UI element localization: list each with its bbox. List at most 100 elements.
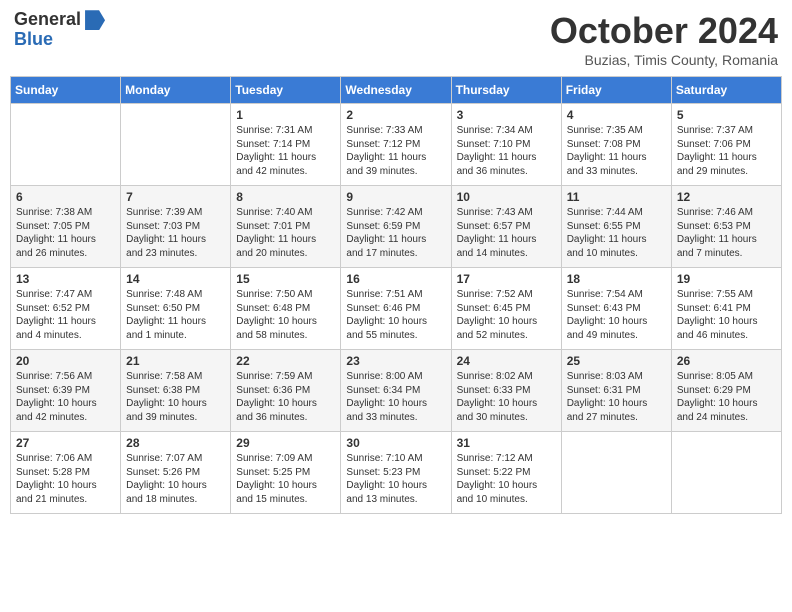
location-subtitle: Buzias, Timis County, Romania xyxy=(550,52,778,68)
day-info: Sunrise: 7:10 AM Sunset: 5:23 PM Dayligh… xyxy=(346,452,445,506)
day-info: Sunrise: 7:42 AM Sunset: 6:59 PM Dayligh… xyxy=(346,206,445,260)
day-info: Sunrise: 7:54 AM Sunset: 6:43 PM Dayligh… xyxy=(567,288,666,342)
day-number: 30 xyxy=(346,436,445,450)
calendar-cell: 4 Sunrise: 7:35 AM Sunset: 7:08 PM Daylig… xyxy=(561,104,671,186)
calendar-cell: 12Sunrise: 7:46 AM Sunset: 6:53 PM Dayli… xyxy=(671,186,781,268)
weekday-header-row: SundayMondayTuesdayWednesdayThursdayFrid… xyxy=(11,77,782,104)
day-info: Sunrise: 7:44 AM Sunset: 6:55 PM Dayligh… xyxy=(567,206,666,260)
calendar-cell: 25 Sunrise: 8:03 AM Sunset: 6:31 PM Dayli… xyxy=(561,350,671,432)
calendar-cell: 22 Sunrise: 7:59 AM Sunset: 6:36 PM Dayli… xyxy=(231,350,341,432)
weekday-header: Sunday xyxy=(11,77,121,104)
day-number: 21 xyxy=(126,354,225,368)
day-number: 10 xyxy=(457,190,556,204)
calendar-week-row: 27Sunrise: 7:06 AM Sunset: 5:28 PM Dayli… xyxy=(11,432,782,514)
calendar-cell: 16 Sunrise: 7:51 AM Sunset: 6:46 PM Dayli… xyxy=(341,268,451,350)
day-info: Sunrise: 8:00 AM Sunset: 6:34 PM Dayligh… xyxy=(346,370,445,424)
calendar-week-row: 13Sunrise: 7:47 AM Sunset: 6:52 PM Dayli… xyxy=(11,268,782,350)
calendar-cell: 17Sunrise: 7:52 AM Sunset: 6:45 PM Dayli… xyxy=(451,268,561,350)
calendar-cell: 21 Sunrise: 7:58 AM Sunset: 6:38 PM Dayli… xyxy=(121,350,231,432)
day-info: Sunrise: 7:31 AM Sunset: 7:14 PM Dayligh… xyxy=(236,124,335,178)
calendar-cell: 6 Sunrise: 7:38 AM Sunset: 7:05 PM Daylig… xyxy=(11,186,121,268)
calendar-cell: 1 Sunrise: 7:31 AM Sunset: 7:14 PM Daylig… xyxy=(231,104,341,186)
logo-icon xyxy=(85,10,105,30)
weekday-header: Saturday xyxy=(671,77,781,104)
title-block: October 2024 Buzias, Timis County, Roman… xyxy=(550,10,778,68)
day-number: 4 xyxy=(567,108,666,122)
day-info: Sunrise: 7:39 AM Sunset: 7:03 PM Dayligh… xyxy=(126,206,225,260)
day-number: 15 xyxy=(236,272,335,286)
day-info: Sunrise: 7:52 AM Sunset: 6:45 PM Dayligh… xyxy=(457,288,556,342)
calendar-cell: 9 Sunrise: 7:42 AM Sunset: 6:59 PM Daylig… xyxy=(341,186,451,268)
calendar-cell: 27Sunrise: 7:06 AM Sunset: 5:28 PM Dayli… xyxy=(11,432,121,514)
calendar-cell: 18 Sunrise: 7:54 AM Sunset: 6:43 PM Dayli… xyxy=(561,268,671,350)
calendar-cell: 5Sunrise: 7:37 AM Sunset: 7:06 PM Daylig… xyxy=(671,104,781,186)
calendar-body: 1 Sunrise: 7:31 AM Sunset: 7:14 PM Daylig… xyxy=(11,104,782,514)
day-number: 8 xyxy=(236,190,335,204)
weekday-header: Friday xyxy=(561,77,671,104)
day-info: Sunrise: 8:03 AM Sunset: 6:31 PM Dayligh… xyxy=(567,370,666,424)
day-number: 13 xyxy=(16,272,115,286)
day-number: 14 xyxy=(126,272,225,286)
day-info: Sunrise: 7:56 AM Sunset: 6:39 PM Dayligh… xyxy=(16,370,115,424)
calendar-cell: 14 Sunrise: 7:48 AM Sunset: 6:50 PM Dayli… xyxy=(121,268,231,350)
day-number: 12 xyxy=(677,190,776,204)
calendar-week-row: 20 Sunrise: 7:56 AM Sunset: 6:39 PM Dayli… xyxy=(11,350,782,432)
day-info: Sunrise: 7:09 AM Sunset: 5:25 PM Dayligh… xyxy=(236,452,335,506)
day-number: 7 xyxy=(126,190,225,204)
day-info: Sunrise: 7:50 AM Sunset: 6:48 PM Dayligh… xyxy=(236,288,335,342)
day-info: Sunrise: 7:55 AM Sunset: 6:41 PM Dayligh… xyxy=(677,288,776,342)
day-number: 20 xyxy=(16,354,115,368)
calendar-cell: 24Sunrise: 8:02 AM Sunset: 6:33 PM Dayli… xyxy=(451,350,561,432)
day-info: Sunrise: 8:05 AM Sunset: 6:29 PM Dayligh… xyxy=(677,370,776,424)
calendar-cell: 13Sunrise: 7:47 AM Sunset: 6:52 PM Dayli… xyxy=(11,268,121,350)
day-info: Sunrise: 7:59 AM Sunset: 6:36 PM Dayligh… xyxy=(236,370,335,424)
day-info: Sunrise: 7:43 AM Sunset: 6:57 PM Dayligh… xyxy=(457,206,556,260)
calendar-cell: 28 Sunrise: 7:07 AM Sunset: 5:26 PM Dayli… xyxy=(121,432,231,514)
calendar-week-row: 1 Sunrise: 7:31 AM Sunset: 7:14 PM Daylig… xyxy=(11,104,782,186)
weekday-header: Monday xyxy=(121,77,231,104)
calendar-cell: 29 Sunrise: 7:09 AM Sunset: 5:25 PM Dayli… xyxy=(231,432,341,514)
day-info: Sunrise: 7:07 AM Sunset: 5:26 PM Dayligh… xyxy=(126,452,225,506)
day-info: Sunrise: 7:06 AM Sunset: 5:28 PM Dayligh… xyxy=(16,452,115,506)
calendar-cell: 7 Sunrise: 7:39 AM Sunset: 7:03 PM Daylig… xyxy=(121,186,231,268)
day-number: 23 xyxy=(346,354,445,368)
calendar-cell: 23 Sunrise: 8:00 AM Sunset: 6:34 PM Dayli… xyxy=(341,350,451,432)
day-number: 16 xyxy=(346,272,445,286)
day-number: 3 xyxy=(457,108,556,122)
calendar-cell: 8 Sunrise: 7:40 AM Sunset: 7:01 PM Daylig… xyxy=(231,186,341,268)
day-info: Sunrise: 7:48 AM Sunset: 6:50 PM Dayligh… xyxy=(126,288,225,342)
calendar-cell xyxy=(121,104,231,186)
day-info: Sunrise: 7:38 AM Sunset: 7:05 PM Dayligh… xyxy=(16,206,115,260)
calendar-cell: 10 Sunrise: 7:43 AM Sunset: 6:57 PM Dayli… xyxy=(451,186,561,268)
day-number: 28 xyxy=(126,436,225,450)
day-info: Sunrise: 7:51 AM Sunset: 6:46 PM Dayligh… xyxy=(346,288,445,342)
calendar-week-row: 6 Sunrise: 7:38 AM Sunset: 7:05 PM Daylig… xyxy=(11,186,782,268)
calendar-cell: 11 Sunrise: 7:44 AM Sunset: 6:55 PM Dayli… xyxy=(561,186,671,268)
day-number: 26 xyxy=(677,354,776,368)
day-info: Sunrise: 7:58 AM Sunset: 6:38 PM Dayligh… xyxy=(126,370,225,424)
calendar-cell: 26 Sunrise: 8:05 AM Sunset: 6:29 PM Dayli… xyxy=(671,350,781,432)
day-number: 9 xyxy=(346,190,445,204)
day-number: 6 xyxy=(16,190,115,204)
day-number: 1 xyxy=(236,108,335,122)
day-number: 22 xyxy=(236,354,335,368)
calendar-cell: 15 Sunrise: 7:50 AM Sunset: 6:48 PM Dayli… xyxy=(231,268,341,350)
calendar-cell xyxy=(671,432,781,514)
calendar-cell: 2Sunrise: 7:33 AM Sunset: 7:12 PM Daylig… xyxy=(341,104,451,186)
day-number: 29 xyxy=(236,436,335,450)
day-number: 11 xyxy=(567,190,666,204)
calendar-cell xyxy=(561,432,671,514)
logo-text: General Blue xyxy=(14,10,105,50)
day-number: 5 xyxy=(677,108,776,122)
day-number: 25 xyxy=(567,354,666,368)
day-number: 18 xyxy=(567,272,666,286)
calendar-cell: 31Sunrise: 7:12 AM Sunset: 5:22 PM Dayli… xyxy=(451,432,561,514)
calendar-table: SundayMondayTuesdayWednesdayThursdayFrid… xyxy=(10,76,782,514)
day-number: 31 xyxy=(457,436,556,450)
logo: General Blue xyxy=(14,10,105,50)
calendar-cell: 30 Sunrise: 7:10 AM Sunset: 5:23 PM Dayli… xyxy=(341,432,451,514)
calendar-cell: 19Sunrise: 7:55 AM Sunset: 6:41 PM Dayli… xyxy=(671,268,781,350)
page-header: General Blue October 2024 Buzias, Timis … xyxy=(10,10,782,68)
day-info: Sunrise: 7:40 AM Sunset: 7:01 PM Dayligh… xyxy=(236,206,335,260)
day-info: Sunrise: 7:35 AM Sunset: 7:08 PM Dayligh… xyxy=(567,124,666,178)
